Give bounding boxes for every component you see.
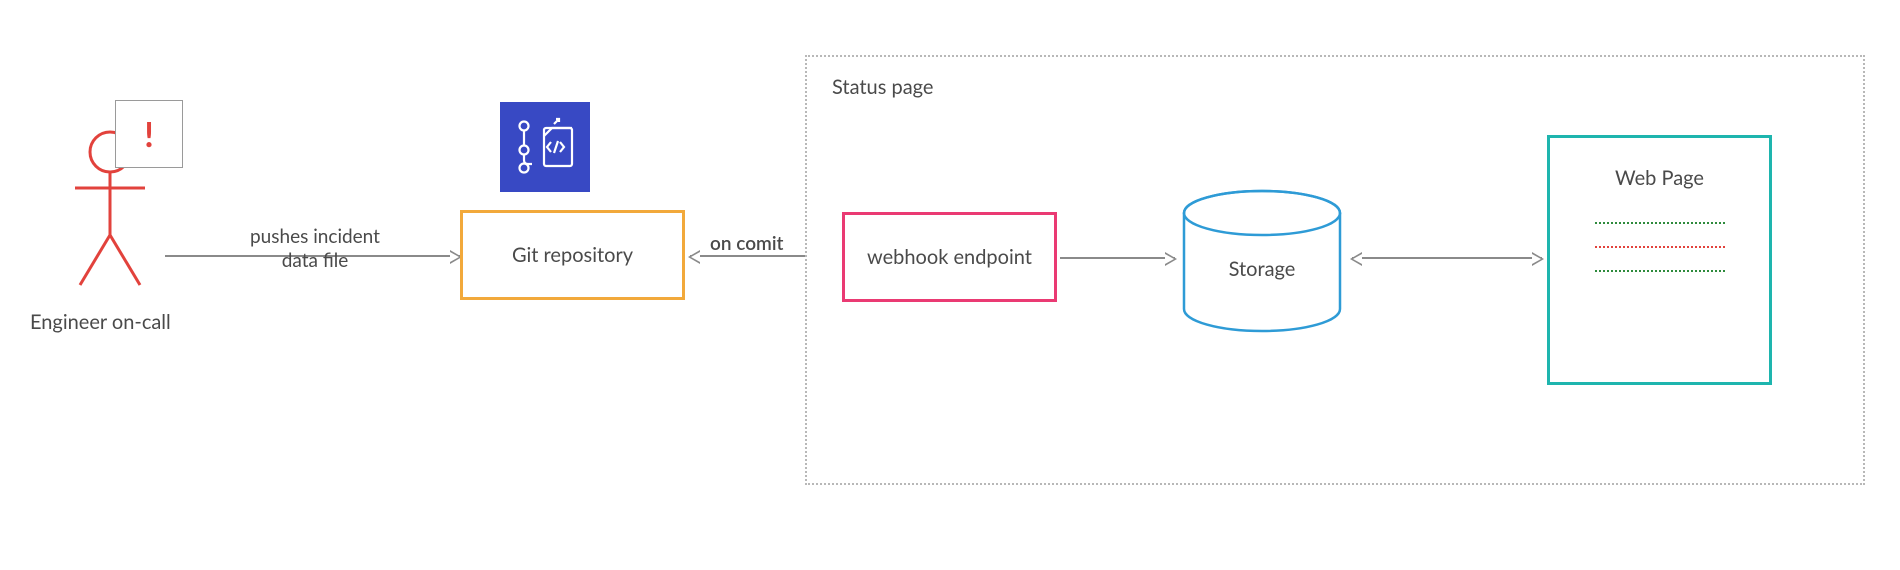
arrow-right-icon <box>1532 252 1544 266</box>
git-repository-label: Git repository <box>512 243 633 267</box>
storage-label: Storage <box>1177 257 1347 281</box>
architecture-diagram: ! Engineer on-call pushes incident data … <box>0 0 1900 570</box>
connector-webhook-storage <box>1060 257 1175 259</box>
arrow-right-icon <box>1165 252 1177 266</box>
arrow-left-icon <box>688 250 700 264</box>
connector-storage-webpage <box>1352 257 1542 259</box>
alert-symbol: ! <box>144 114 154 155</box>
status-page-group: Status page webhook endpoint Storage Web… <box>805 55 1865 485</box>
webhook-endpoint-label: webhook endpoint <box>867 245 1032 269</box>
webhook-endpoint-node: webhook endpoint <box>842 212 1057 302</box>
web-page-title: Web Page <box>1550 166 1769 190</box>
status-line-ok <box>1595 270 1725 272</box>
status-page-title: Status page <box>832 75 933 99</box>
status-line-ok <box>1595 222 1725 224</box>
connector-push-label: pushes incident data file <box>215 225 415 273</box>
alert-bubble: ! <box>115 100 183 168</box>
actor-label: Engineer on-call <box>30 310 210 334</box>
storage-node: Storage <box>1177 187 1347 337</box>
codecommit-icon <box>500 102 590 192</box>
git-repository-node: Git repository <box>460 210 685 300</box>
status-line-error <box>1595 246 1725 248</box>
connector-commit-label: on comit <box>710 232 783 256</box>
web-page-node: Web Page <box>1547 135 1772 385</box>
arrow-left-icon <box>1350 252 1362 266</box>
